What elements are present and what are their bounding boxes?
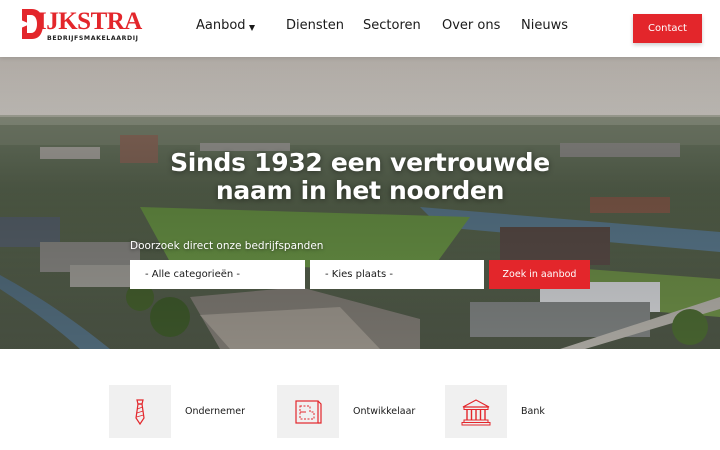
blueprint-icon — [295, 399, 322, 424]
category-select[interactable]: - Alle categorieën - — [130, 260, 305, 289]
search-button[interactable]: Zoek in aanbod — [489, 260, 590, 289]
sector-ontwikkelaar[interactable]: Ontwikkelaar — [277, 385, 415, 438]
sector-icon-box — [277, 385, 339, 438]
hero-title: Sinds 1932 een vertrouwde naam in het no… — [0, 149, 720, 205]
sector-label: Bank — [521, 406, 545, 417]
sector-icon-box — [109, 385, 171, 438]
site-header: IJKSTRA BEDRIJFSMAKELAARDIJ Aanbod Diens… — [0, 0, 720, 57]
tie-icon — [135, 398, 145, 425]
sector-bank[interactable]: Bank — [445, 385, 545, 438]
nav-item-sectoren[interactable]: Sectoren — [363, 17, 421, 35]
search-label: Doorzoek direct onze bedrijfspanden — [130, 240, 324, 252]
place-select[interactable]: - Kies plaats - — [310, 260, 484, 289]
sector-icon-box — [445, 385, 507, 438]
sector-label: Ontwikkelaar — [353, 406, 416, 417]
sector-section: Ondernemer Ontwikkelaar Bank — [0, 349, 720, 450]
contact-button[interactable]: Contact — [633, 14, 702, 43]
nav-item-label: Aanbod — [196, 18, 246, 33]
nav-item-aanbod[interactable]: Aanbod — [196, 17, 255, 35]
nav-item-diensten[interactable]: Diensten — [286, 17, 344, 35]
bank-icon — [461, 398, 491, 425]
logo-wordmark: IJKSTRA — [37, 8, 142, 35]
sector-ondernemer[interactable]: Ondernemer — [109, 385, 245, 438]
nav-item-nieuws[interactable]: Nieuws — [521, 17, 568, 35]
caret-down-icon — [248, 25, 255, 31]
sector-label: Ondernemer — [185, 406, 245, 417]
hero-title-line-2: naam in het noorden — [215, 176, 505, 205]
nav-item-over-ons[interactable]: Over ons — [442, 17, 500, 35]
logo[interactable]: IJKSTRA BEDRIJFSMAKELAARDIJ — [21, 6, 143, 46]
logo-tagline: BEDRIJFSMAKELAARDIJ — [47, 35, 139, 42]
hero-section: Sinds 1932 een vertrouwde naam in het no… — [0, 57, 720, 349]
hero-title-line-1: Sinds 1932 een vertrouwde — [170, 148, 550, 177]
